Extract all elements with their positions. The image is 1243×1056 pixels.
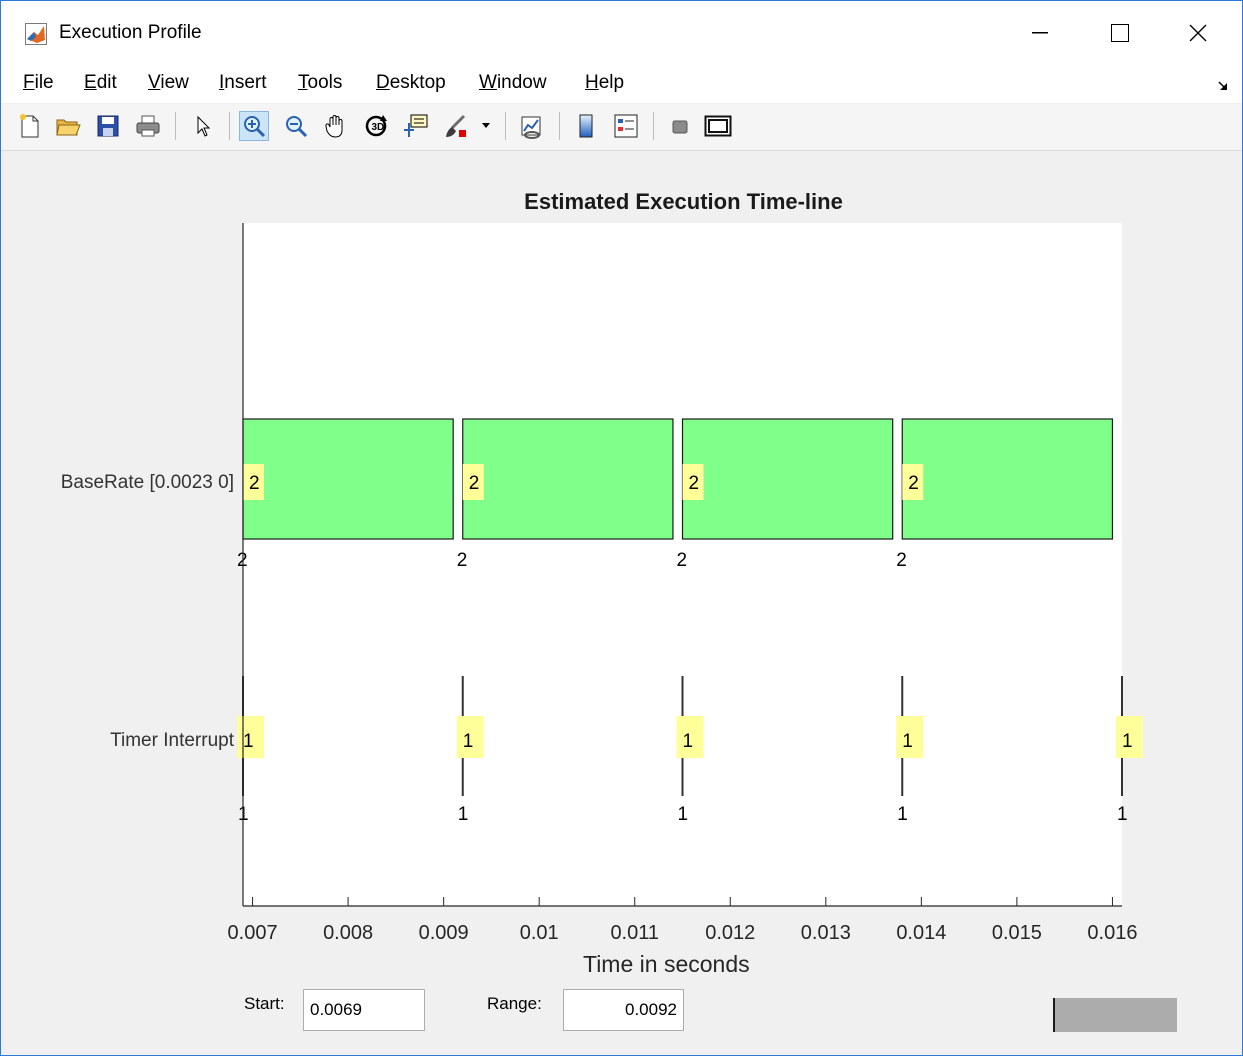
task-start-label: 2 (896, 550, 907, 571)
x-tick-label: 0.016 (1087, 922, 1137, 944)
row-label: Timer Interrupt (110, 730, 235, 751)
x-tick-label: 0.007 (228, 922, 278, 944)
task-id-label: 1 (243, 731, 254, 752)
task-start-label: 2 (677, 550, 688, 571)
task-id-label: 1 (683, 731, 694, 752)
x-tick-label: 0.015 (992, 922, 1042, 944)
x-tick-label: 0.01 (520, 922, 559, 944)
task-start-label: 1 (897, 804, 908, 825)
row-label: BaseRate [0.0023 0] (61, 472, 234, 493)
task-id-label: 2 (689, 473, 700, 494)
x-tick-label: 0.008 (323, 922, 373, 944)
task-start-label: 2 (237, 550, 248, 571)
x-tick-label: 0.013 (801, 922, 851, 944)
baserate-bar (901, 418, 1114, 540)
x-tick-label: 0.014 (896, 922, 946, 944)
scroll-thumb[interactable] (1053, 998, 1055, 1032)
task-id-label: 1 (463, 731, 474, 752)
x-tick-label: 0.012 (705, 922, 755, 944)
baserate-bar (462, 418, 674, 540)
task-id-label: 2 (908, 473, 919, 494)
range-input[interactable] (563, 989, 684, 1031)
start-label: Start: (244, 994, 285, 1013)
execution-profile-window: Execution Profile File Edit View Insert … (0, 0, 1243, 1056)
task-start-label: 1 (458, 804, 469, 825)
task-start-label: 1 (678, 804, 689, 825)
start-input[interactable] (303, 989, 425, 1031)
baserate-bar (681, 418, 894, 540)
x-tick-label: 0.011 (610, 922, 659, 944)
timeline-chart: 222222221111111111BaseRate [0.0023 0]Tim… (61, 223, 1143, 944)
time-scroll-slider[interactable] (1053, 998, 1177, 1032)
range-label: Range: (487, 994, 542, 1013)
x-axis-label: Time in seconds (583, 951, 750, 977)
task-id-label: 2 (249, 473, 260, 494)
task-id-label: 2 (469, 473, 480, 494)
task-id-label: 1 (1122, 731, 1133, 752)
task-start-label: 1 (1117, 804, 1128, 825)
task-start-label: 2 (457, 550, 468, 571)
baserate-bar (242, 418, 454, 540)
x-tick-label: 0.009 (419, 922, 469, 944)
task-id-label: 1 (902, 731, 913, 752)
